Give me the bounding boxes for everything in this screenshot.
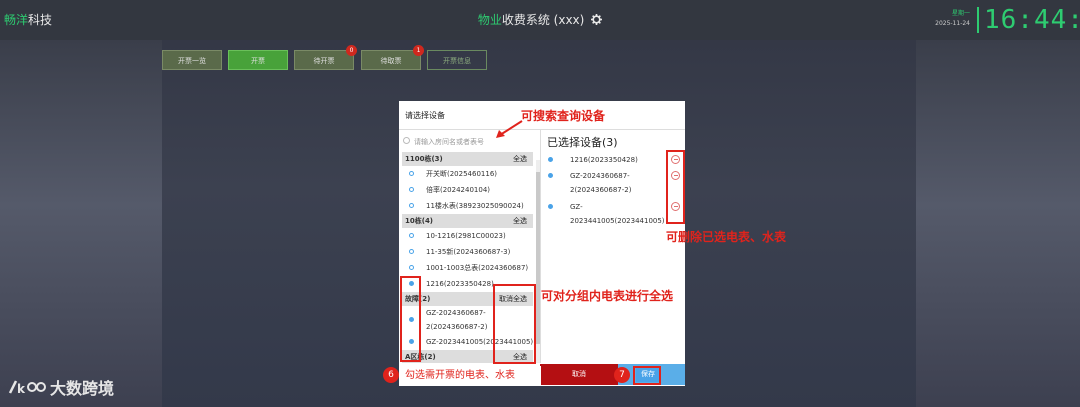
group-header: 1100栋(3) 全选 [402,152,533,166]
count-badge: 0 [346,45,357,56]
selected-item: GZ- 2023441005(2023441005) [542,200,685,230]
pane-divider [540,130,541,363]
list-item[interactable]: 开关断(2025460116) [402,166,533,182]
list-item[interactable]: 1001-1003总表(2024360687) [402,260,533,276]
search-annotation: 可搜索查询设备 [521,109,606,123]
select-device-dialog: 请选择设备 请输入房间名或者表号 1100栋(3) 全选 开关断(20254601… [399,101,685,386]
device-label: 开关断(2025460116) [426,170,497,178]
date-label: 2025-11-24 [935,20,970,27]
radio-icon[interactable] [409,203,414,208]
tab-label: 开票 [251,57,265,65]
system-title: 物业收费系统 (xxx) [0,11,1080,28]
bullet-icon [548,204,553,209]
radio-icon[interactable] [409,171,414,176]
watermark: k 大数跨境 [8,375,114,399]
bullet-icon [548,173,553,178]
group-name: 1100栋(3) [405,155,443,163]
selected-title: 已选择设备(3) [547,136,618,149]
select-all-button[interactable]: 全选 [513,214,527,228]
radio-icon[interactable] [409,249,414,254]
remove-annotation: 可删除已选电表、水表 [666,230,787,244]
selected-item: 1216(2023350428) [542,153,685,167]
device-label: 11楼水表(38923025090024) [426,202,524,210]
list-item[interactable]: 倍率(2024240104) [402,182,533,198]
selected-line1: GZ- [570,203,583,211]
selected-label: 1216(2023350428) [570,156,638,164]
tab-invoice[interactable]: 开票 [228,50,288,70]
highlight-select-all-box [493,284,536,364]
radio-icon[interactable] [409,187,414,192]
svg-text:k: k [17,382,26,396]
select-all-button[interactable]: 全选 [513,152,527,166]
highlight-checkbox-box [400,276,421,362]
list-item[interactable]: 11楼水表(38923025090024) [402,198,533,214]
dialog-title: 请选择设备 [405,111,445,120]
selected-label: GZ- 2023441005(2023441005) [570,200,665,228]
gear-icon[interactable] [591,14,603,25]
tab-pending-invoice[interactable]: 待开票 0 [294,45,357,70]
highlight-save-box [633,366,661,385]
bullet-icon [548,157,553,162]
device-label: 10-1216(2981C00023) [426,232,506,240]
group-header: 10栋(4) 全选 [402,214,533,228]
selected-pane: 已选择设备(3) 1216(2023350428) GZ-2024360687-… [542,130,685,363]
annotation-arrow-icon [496,120,523,138]
system-title-rest: 收费系统 (xxx) [501,13,585,27]
list-item[interactable]: 10-1216(2981C00023) [402,228,533,244]
date-block: 星期一 2025-11-24 [926,9,970,29]
radio-icon[interactable] [409,233,414,238]
step6-marker: 6 [383,367,399,383]
selected-line2: 2023441005(2023441005) [570,217,665,225]
selected-line1: GZ-2024360687- [570,172,630,180]
count-badge: 1 [413,45,424,56]
step7-marker: 7 [614,367,630,383]
selected-item: GZ-2024360687- 2(2024360687-2) [542,169,685,199]
digital-clock: 16:44:48 [984,5,1080,35]
cancel-button[interactable]: 取消 [540,364,618,385]
tab-pending-pickup[interactable]: 待取票 1 [361,45,424,70]
search-placeholder: 请输入房间名或者表号 [414,138,484,146]
tab-label: 开票信息 [443,57,471,65]
device-label: GZ-2024360687- [426,309,486,317]
clock-divider [977,7,979,33]
radio-icon[interactable] [409,265,414,270]
watermark-logo-icon: k [8,380,46,396]
tab-invoice-info[interactable]: 开票信息 [427,50,487,70]
device-label: 11-35新(2024360687-3) [426,248,511,256]
device-label: 倍率(2024240104) [426,186,490,194]
list-item[interactable]: 11-35新(2024360687-3) [402,244,533,260]
top-bar: 畅洋科技 物业收费系统 (xxx) 星期一 2025-11-24 16:44:4… [0,0,1080,40]
group-select-annotation: 可对分组内电表进行全选 [541,289,674,303]
device-label: 1216(2023350428) [426,280,494,288]
highlight-remove-box [666,150,685,224]
tab-label: 开票一览 [178,57,206,65]
step6-note: 勾选需开票的电表、水表 [399,366,541,385]
watermark-text: 大数跨境 [50,379,115,398]
weekday-label: 星期一 [951,10,970,17]
selected-label: GZ-2024360687- 2(2024360687-2) [570,169,631,197]
tab-label: 待取票 [380,57,402,65]
tab-invoice-overview[interactable]: 开票一览 [162,50,222,70]
group-name: 10栋(4) [405,217,434,225]
device-label: 1001-1003总表(2024360687) [426,264,529,272]
tab-label: 待开票 [313,57,335,65]
system-title-prefix: 物业 [477,13,502,27]
device-label-cont: 2(2024360687-2) [426,323,488,331]
search-icon [403,137,410,144]
selected-line2: 2(2024360687-2) [570,186,632,194]
